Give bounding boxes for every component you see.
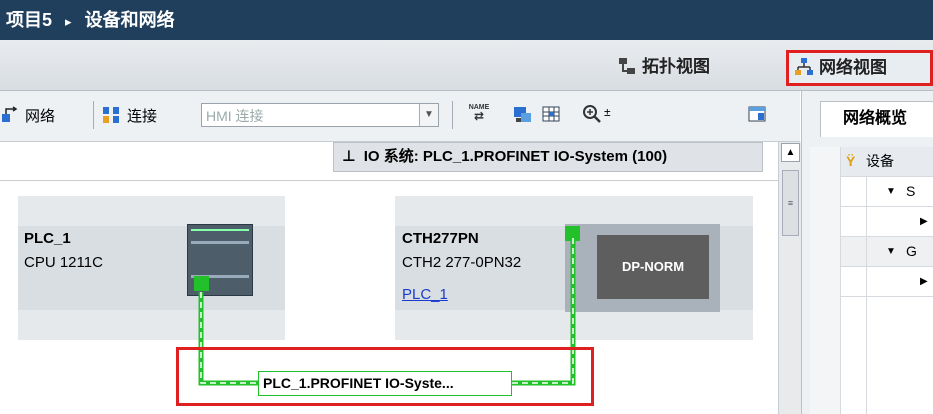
network-highlight-box [176,347,594,406]
row-label: S [906,183,916,199]
row-selector-column [810,147,841,414]
expand-icon[interactable]: ▶ [920,267,928,296]
network-view-label: 网络视图 [819,58,887,77]
canvas-scrollbar[interactable]: ▲ ≡ [778,142,801,414]
device-column-icon: Ÿ [846,153,856,169]
expand-icon[interactable]: ▶ [920,207,928,236]
column-header-device[interactable]: 设备 [866,147,894,176]
overview-table: Ÿ 设备 ▼ S ▶ ▼ G ▶ [810,147,933,414]
collapse-icon[interactable]: ▼ [886,237,896,266]
network-overview-panel: 网络概览 Ÿ 设备 ▼ S ▶ ▼ G ▶ [801,91,933,414]
row-label: G [906,243,917,259]
collapse-icon[interactable]: ▼ [886,177,896,206]
tab-network-overview[interactable]: 网络概览 [820,101,933,137]
tab-network-view[interactable]: 网络视图 [786,50,933,86]
grid-line [866,177,867,414]
scroll-thumb[interactable]: ≡ [782,170,799,236]
scroll-up-button[interactable]: ▲ [781,143,800,162]
